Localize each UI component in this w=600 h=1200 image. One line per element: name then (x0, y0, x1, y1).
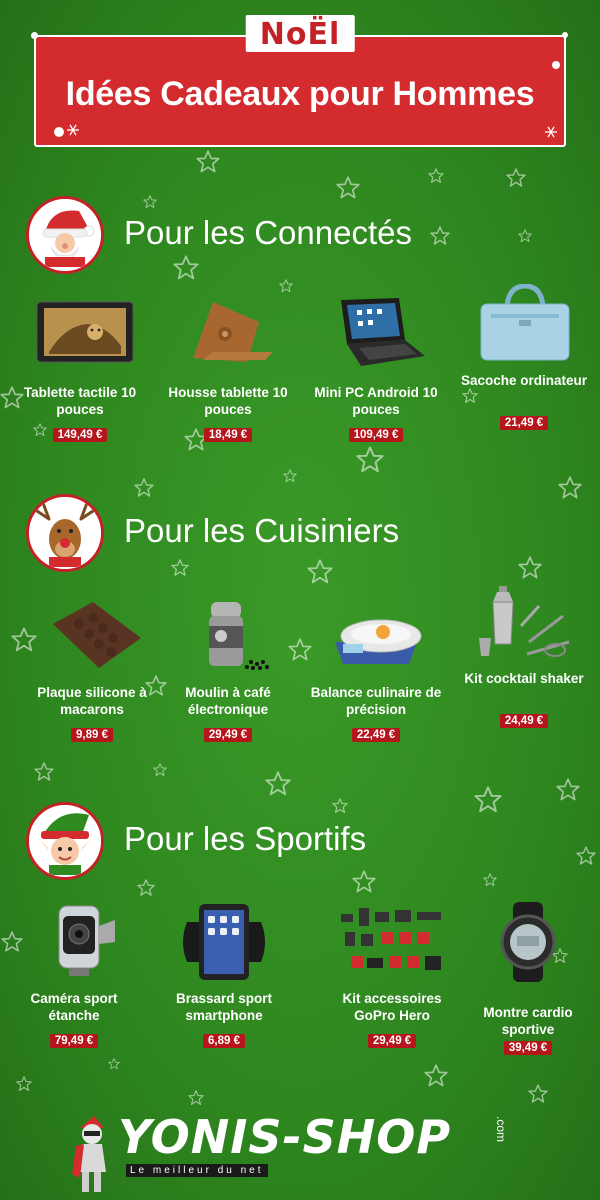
snowflake-dot (54, 127, 64, 137)
product-name: Tablette tactile 10 pouces (23, 385, 137, 417)
tablet-icon (25, 296, 135, 376)
logo-tagline: Le meilleur du net (126, 1164, 268, 1177)
reindeer-icon (26, 494, 104, 572)
product-card[interactable]: Brassard sport smartphone 6,89 € (154, 902, 294, 1049)
price-tag: 109,49 € (348, 428, 404, 442)
snowflake-icon (67, 124, 79, 136)
elf-icon (26, 802, 104, 880)
price-tag: 29,49 € (203, 728, 253, 742)
kitchen-scale-icon (321, 596, 431, 676)
section-sportive: Pour les Sportifs (26, 802, 586, 884)
product-card[interactable]: Moulin à café électronique 29,49 € (158, 596, 298, 743)
product-name: Housse tablette 10 pouces (168, 385, 288, 417)
shop-logo[interactable]: YONIS-SHOP Le meilleur du net .com (70, 1108, 530, 1196)
product-name: Moulin à café électronique (185, 685, 271, 717)
action-camera-icon (19, 902, 129, 982)
product-name: Montre cardio sportive (483, 1005, 573, 1037)
price-tag: 39,49 € (503, 1041, 553, 1055)
section-title: Pour les Sportifs (124, 820, 367, 857)
silicone-mat-icon (37, 596, 147, 676)
product-card[interactable]: Sacoche ordinateur 21,49 € (454, 283, 594, 431)
product-name: Kit accessoires GoPro Hero (342, 991, 442, 1023)
page-title: Idées Cadeaux pour Hommes (65, 75, 535, 113)
mascot-icon (72, 1116, 106, 1192)
section-cooks: Pour les Cuisiniers (26, 494, 586, 576)
price-tag: 21,49 € (499, 416, 549, 430)
product-name: Kit cocktail shaker (464, 671, 584, 686)
section-connected: Pour les Connectés (26, 196, 586, 278)
product-card[interactable]: Kit cocktail shaker 24,49 € (454, 582, 594, 729)
laptop-icon (321, 296, 431, 376)
logo-text: YONIS-SHOP (118, 1110, 452, 1164)
snowflake-dot (562, 32, 568, 38)
infographic-page: NoËl Idées Cadeaux pour Hommes Pour les … (0, 0, 600, 1200)
price-tag: 18,49 € (203, 428, 253, 442)
title-banner: NoËl Idées Cadeaux pour Hommes (31, 15, 568, 147)
product-card[interactable]: Balance culinaire de précision 22,49 € (306, 596, 446, 743)
noel-label: NoËl (245, 15, 355, 52)
price-tag: 149,49 € (52, 428, 108, 442)
product-card[interactable]: Montre cardio sportive 39,49 € (458, 902, 598, 1056)
price-tag: 79,49 € (49, 1034, 99, 1048)
santa-icon (26, 196, 104, 274)
price-tag: 24,49 € (499, 714, 549, 728)
sport-watch-icon (473, 902, 583, 982)
product-card[interactable]: Housse tablette 10 pouces 18,49 € (158, 296, 298, 443)
product-card[interactable]: Caméra sport étanche 79,49 € (4, 902, 144, 1049)
product-name: Balance culinaire de précision (310, 685, 442, 717)
tablet-case-icon (173, 296, 283, 376)
cocktail-shaker-icon (469, 582, 579, 662)
product-name: Plaque silicone à macarons (37, 685, 147, 717)
coffee-grinder-icon (173, 596, 283, 676)
section-title: Pour les Connectés (124, 214, 412, 251)
price-tag: 9,89 € (71, 728, 113, 742)
price-tag: 6,89 € (203, 1034, 245, 1048)
price-tag: 29,49 € (367, 1034, 417, 1048)
gopro-accessories-icon (337, 902, 447, 982)
logo-domain: .com (494, 1116, 508, 1143)
section-title: Pour les Cuisiniers (124, 512, 400, 549)
armband-icon (169, 902, 279, 982)
price-tag: 22,49 € (351, 728, 401, 742)
product-card[interactable]: Mini PC Android 10 pouces 109,49 € (306, 296, 446, 443)
product-name: Sacoche ordinateur (460, 373, 588, 388)
product-card[interactable]: Plaque silicone à macarons 9,89 € (22, 596, 162, 743)
snowflake-dot (31, 32, 38, 39)
snowflake-icon (545, 126, 557, 138)
product-name: Mini PC Android 10 pouces (314, 385, 438, 417)
snowflake-dot (552, 61, 560, 69)
product-card[interactable]: Tablette tactile 10 pouces 149,49 € (10, 296, 150, 443)
product-name: Caméra sport étanche (30, 991, 118, 1023)
laptop-bag-icon (469, 283, 579, 364)
product-card[interactable]: Kit accessoires GoPro Hero 29,49 € (322, 902, 462, 1049)
product-name: Brassard sport smartphone (175, 991, 273, 1023)
